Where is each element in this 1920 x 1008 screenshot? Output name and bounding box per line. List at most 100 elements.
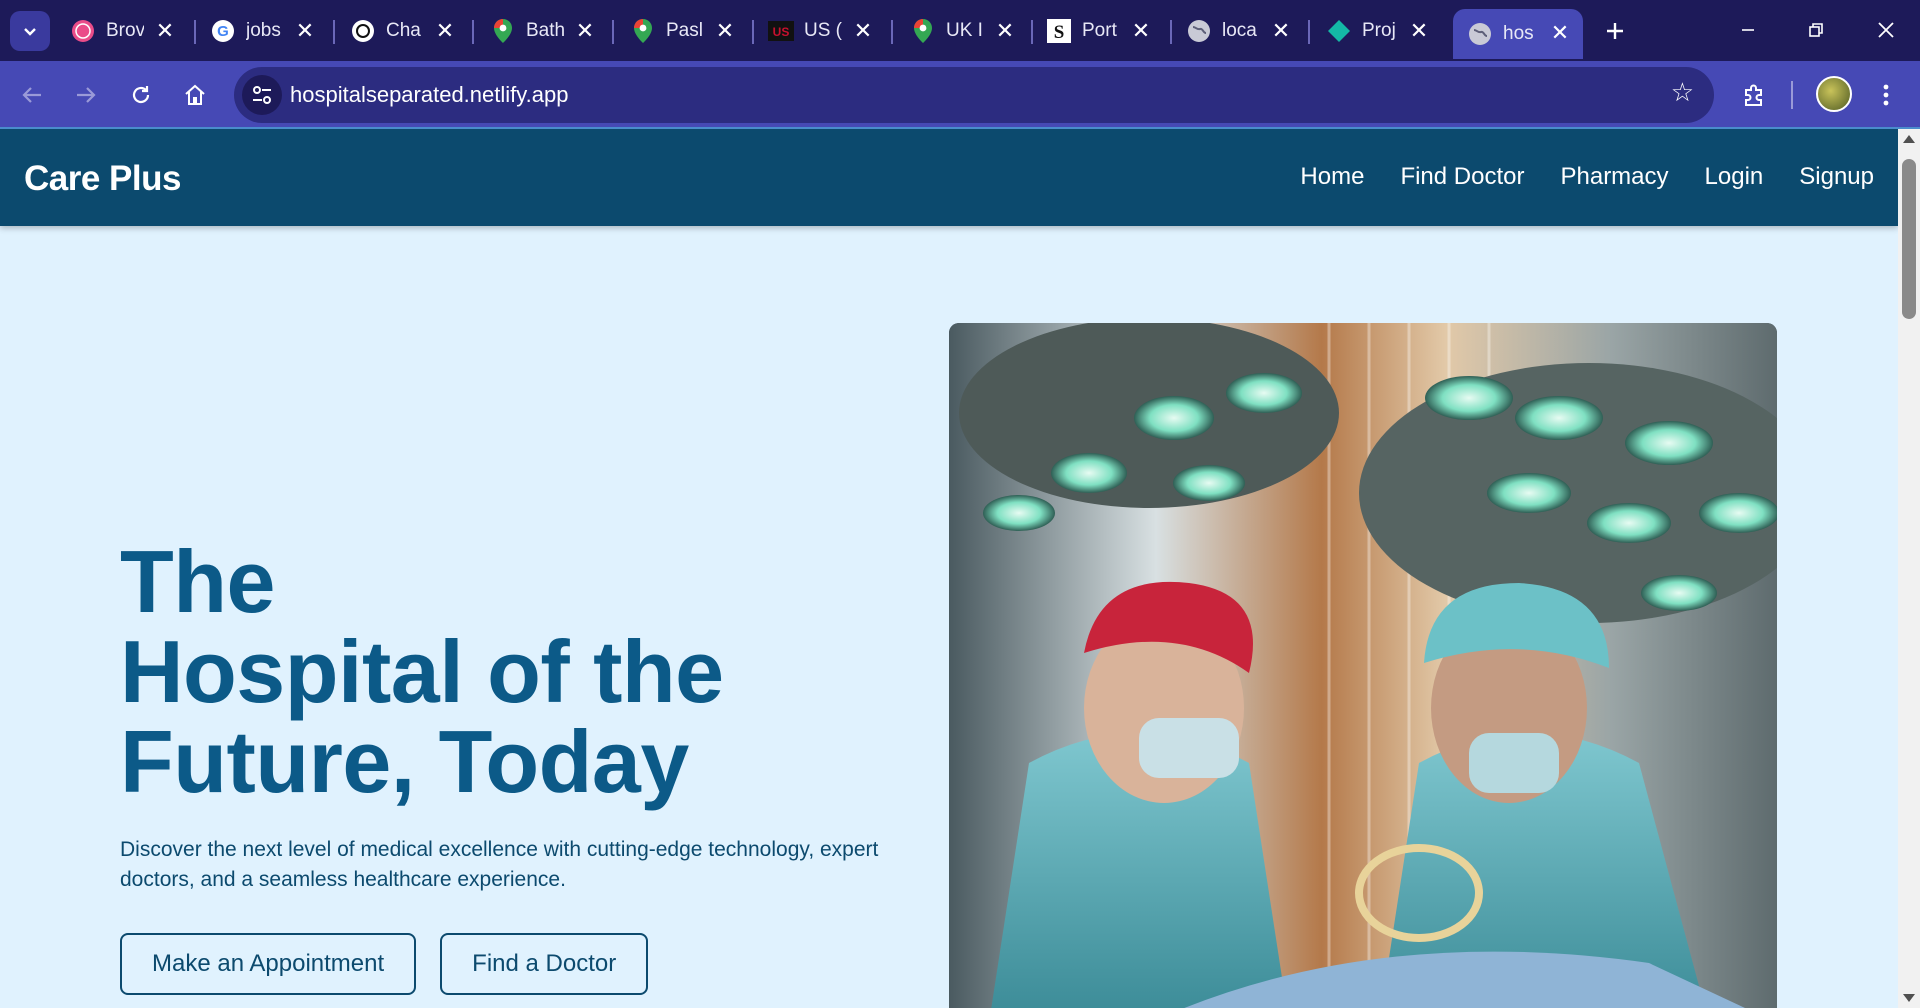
tab-search-button[interactable]	[10, 11, 50, 51]
browser-tab[interactable]: G jobs ✕	[210, 13, 320, 49]
close-tab-icon[interactable]: ✕	[848, 16, 878, 46]
diamond-icon	[1326, 18, 1352, 44]
hero-subtitle: Discover the next level of medical excel…	[120, 838, 879, 891]
svg-text:US: US	[773, 25, 790, 39]
tab-title: Bath	[526, 20, 564, 41]
back-button[interactable]	[12, 75, 52, 115]
nav-link-home[interactable]: Home	[1300, 163, 1364, 191]
hero-surgery-photo	[949, 323, 1777, 1008]
tab-separator	[612, 20, 614, 44]
tab-separator	[1031, 20, 1033, 44]
find-doctor-button[interactable]: Find a Doctor	[440, 933, 649, 995]
site-nav-links: Home Find Doctor Pharmacy Login Signup	[1300, 163, 1874, 191]
close-tab-icon[interactable]: ✕	[1266, 16, 1296, 46]
browser-tab[interactable]: Cha ✕	[350, 13, 460, 49]
close-tab-icon[interactable]: ✕	[990, 16, 1020, 46]
restore-button[interactable]	[1791, 10, 1841, 50]
nav-link-pharmacy[interactable]: Pharmacy	[1560, 163, 1668, 191]
minimize-button[interactable]	[1723, 10, 1773, 50]
browser-tab[interactable]: US US ( ✕	[768, 13, 878, 49]
maps-pin-icon	[910, 18, 936, 44]
home-icon	[185, 84, 205, 105]
browser-tab-active[interactable]: hos ✕	[1453, 9, 1583, 59]
reload-button[interactable]	[121, 75, 161, 115]
close-tab-icon[interactable]: ✕	[1126, 16, 1156, 46]
browser-tab[interactable]: loca ✕	[1186, 13, 1296, 49]
browser-tab[interactable]: S Port ✕	[1046, 13, 1156, 49]
tab-title: Pasl	[666, 20, 703, 41]
scrollbar-thumb[interactable]	[1902, 159, 1916, 319]
browser-tab[interactable]: Bath ✕	[490, 13, 600, 49]
restore-icon	[1809, 23, 1823, 37]
browser-menu-button[interactable]	[1866, 75, 1906, 115]
nav-link-signup[interactable]: Signup	[1799, 163, 1874, 191]
tab-title: jobs	[246, 20, 281, 41]
svg-text:G: G	[217, 23, 229, 40]
nav-link-find-doctor[interactable]: Find Doctor	[1400, 163, 1524, 191]
surgery-illustration	[949, 323, 1777, 1008]
hero-title: The Hospital of the Future, Today	[120, 537, 900, 807]
bookmark-star-icon[interactable]: ☆	[1671, 77, 1694, 108]
browser-toolbar: hospitalseparated.netlify.app ☆	[0, 61, 1920, 129]
browser-tab[interactable]: UK I ✕	[910, 13, 1020, 49]
tab-title: Port	[1082, 20, 1117, 41]
make-appointment-button[interactable]: Make an Appointment	[120, 933, 417, 995]
s-logo-icon: S	[1046, 18, 1072, 44]
hero-buttons: Make an Appointment Find a Doctor	[120, 933, 900, 995]
dribbble-icon	[70, 18, 96, 44]
svg-text:S: S	[1054, 22, 1065, 43]
url-text[interactable]: hospitalseparated.netlify.app	[290, 82, 568, 108]
close-tab-icon[interactable]: ✕	[150, 16, 180, 46]
chevron-down-icon	[24, 28, 36, 36]
us-logo-icon: US	[768, 18, 794, 44]
browser-tab[interactable]: Pasl ✕	[630, 13, 740, 49]
browser-tab[interactable]: Proj ✕	[1326, 13, 1434, 49]
site-info-button[interactable]	[242, 75, 282, 115]
minimize-icon	[1742, 29, 1754, 31]
page-viewport: Care Plus Home Find Doctor Pharmacy Logi…	[0, 129, 1898, 1008]
tab-title: Cha	[386, 20, 421, 41]
home-button[interactable]	[175, 75, 215, 115]
kebab-menu-icon	[1883, 84, 1889, 106]
scroll-down-icon[interactable]	[1903, 994, 1915, 1002]
close-tab-icon[interactable]: ✕	[290, 16, 320, 46]
scroll-up-icon[interactable]	[1903, 135, 1915, 143]
new-tab-button[interactable]	[1597, 13, 1633, 49]
globe-icon	[1467, 21, 1493, 47]
reload-icon	[132, 86, 150, 104]
close-tab-icon[interactable]: ✕	[1404, 16, 1434, 46]
close-window-button[interactable]	[1861, 10, 1911, 50]
tab-separator	[891, 20, 893, 44]
close-tab-icon[interactable]: ✕	[570, 16, 600, 46]
maps-pin-icon	[490, 18, 516, 44]
tab-title: loca	[1222, 20, 1257, 41]
browser-tab-strip: Brov ✕ G jobs ✕ Cha ✕ Bath ✕ Pasl ✕ US U…	[0, 0, 1920, 61]
address-bar[interactable]: hospitalseparated.netlify.app ☆	[234, 67, 1714, 123]
tab-separator	[333, 20, 335, 44]
globe-icon	[1186, 18, 1212, 44]
nav-link-login[interactable]: Login	[1705, 163, 1764, 191]
google-icon: G	[210, 18, 236, 44]
close-tab-icon[interactable]: ✕	[1545, 18, 1575, 48]
close-tab-icon[interactable]: ✕	[710, 16, 740, 46]
close-tab-icon[interactable]: ✕	[430, 16, 460, 46]
tab-title: Brov	[106, 20, 144, 41]
tab-title: hos	[1503, 23, 1534, 44]
tab-title: UK I	[946, 20, 983, 41]
tab-separator	[472, 20, 474, 44]
hero-text: The Hospital of the Future, Today Discov…	[120, 537, 900, 995]
plus-icon	[1607, 23, 1623, 39]
chatgpt-icon	[350, 18, 376, 44]
profile-avatar[interactable]	[1816, 76, 1852, 112]
tab-separator	[1308, 20, 1310, 44]
site-navbar: Care Plus Home Find Doctor Pharmacy Logi…	[0, 129, 1898, 226]
hero-title-line: Hospital of the	[120, 622, 724, 721]
page-scrollbar[interactable]	[1898, 129, 1920, 1008]
forward-button[interactable]	[66, 75, 106, 115]
arrow-left-icon	[22, 87, 41, 103]
extensions-button[interactable]	[1734, 75, 1774, 115]
toolbar-divider	[1791, 81, 1793, 109]
site-logo[interactable]: Care Plus	[24, 159, 181, 199]
browser-tab[interactable]: Brov ✕	[70, 13, 180, 49]
hero-title-line: Future, Today	[120, 712, 689, 811]
